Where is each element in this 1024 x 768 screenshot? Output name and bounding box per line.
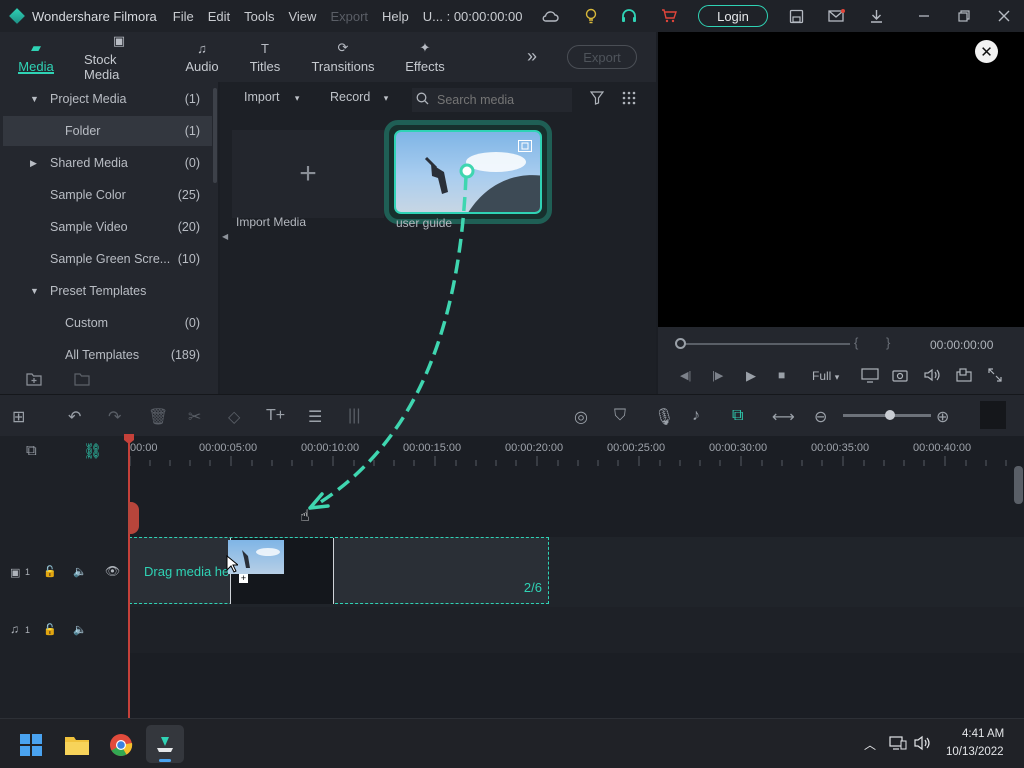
taskbar: ︿ 4:41 AM 10/13/2022 (0, 718, 1024, 768)
chrome-icon[interactable] (109, 733, 133, 760)
file-explorer-icon[interactable] (64, 734, 90, 759)
clock-date[interactable]: 10/13/2022 (946, 746, 1004, 758)
filmora-app-icon (155, 734, 175, 757)
filmora-window: Wondershare Filmora File Edit Tools View… (0, 0, 1024, 768)
clock-time[interactable]: 4:41 AM (962, 728, 1004, 740)
arrow-cursor-icon (226, 554, 240, 576)
drag-arrow (308, 163, 475, 510)
filmora-taskbar-button[interactable] (146, 725, 184, 763)
hand-cursor-icon: ☝ (300, 508, 310, 525)
windows-start-icon[interactable] (20, 734, 42, 759)
network-icon[interactable] (889, 735, 907, 754)
volume-tray-icon[interactable] (914, 735, 932, 754)
chevron-up-icon[interactable]: ︿ (864, 736, 876, 753)
